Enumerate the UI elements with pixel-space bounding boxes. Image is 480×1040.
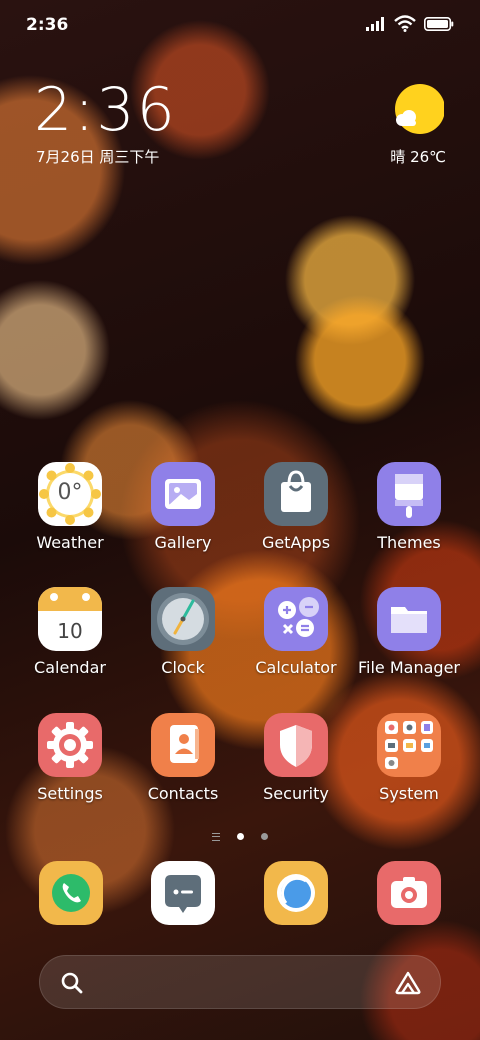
browser-icon [277, 874, 315, 912]
wifi-icon [394, 15, 416, 32]
clock-widget-date[interactable]: 7月26日 周三下午 [36, 146, 159, 167]
camera-icon [391, 877, 427, 908]
app-contacts[interactable]: Contacts [128, 713, 238, 803]
system-folder-icon [377, 713, 441, 777]
settings-gear-icon [38, 713, 102, 777]
dock-phone[interactable] [39, 861, 103, 925]
battery-icon [424, 17, 454, 31]
shield-icon [264, 713, 328, 777]
app-calculator[interactable]: Calculator [241, 587, 351, 677]
dock-browser[interactable] [264, 861, 328, 925]
status-time: 2:36 [26, 15, 69, 35]
assistant-icon[interactable] [394, 970, 422, 996]
app-label-clock: Clock [161, 658, 205, 677]
app-label-calculator: Calculator [255, 658, 337, 677]
app-label-getapps: GetApps [261, 533, 331, 552]
app-label-calendar: Calendar [34, 658, 106, 677]
gallery-icon [151, 462, 215, 526]
app-label-security: Security [263, 784, 329, 803]
dock-camera[interactable] [377, 861, 441, 925]
weather-text: 晴 26℃ [390, 148, 446, 166]
weather-icon-temp: 0° [57, 480, 83, 505]
app-file-manager[interactable]: File Manager [354, 587, 464, 677]
app-settings[interactable]: Settings [15, 713, 125, 803]
messages-icon [165, 875, 201, 913]
page-dot-inactive[interactable] [261, 833, 269, 840]
getapps-bag-icon [264, 462, 328, 526]
calendar-icon: 10 [38, 587, 102, 651]
contacts-icon [151, 713, 215, 777]
page-list-indicator[interactable] [211, 832, 220, 841]
dock-messages[interactable] [151, 861, 215, 925]
calculator-icon [264, 587, 328, 651]
app-label-weather: Weather [36, 533, 104, 552]
app-label-settings: Settings [37, 784, 103, 803]
app-weather[interactable]: 0° Weather [15, 462, 125, 552]
app-system[interactable]: System [354, 713, 464, 803]
signal-icon [366, 17, 384, 31]
clock-icon [151, 587, 215, 651]
status-bar: 2:36 [0, 0, 480, 50]
app-calendar[interactable]: 10 Calendar [15, 587, 125, 677]
themes-brush-icon [377, 462, 441, 526]
weather-app-icon: 0° [38, 462, 102, 526]
weather-widget[interactable]: 晴 26℃ [374, 84, 446, 166]
app-getapps[interactable]: GetApps [241, 462, 351, 552]
app-label-themes: Themes [377, 533, 441, 552]
search-icon[interactable] [60, 971, 84, 995]
sunny-icon [395, 84, 444, 134]
app-themes[interactable]: Themes [354, 462, 464, 552]
page-dot-active[interactable] [237, 833, 244, 840]
search-bar[interactable] [39, 955, 441, 1009]
page-indicator[interactable] [0, 826, 480, 841]
app-label-system: System [379, 784, 439, 803]
app-label-gallery: Gallery [154, 533, 212, 552]
app-label-file-manager: File Manager [358, 658, 460, 677]
app-clock[interactable]: Clock [128, 587, 238, 677]
phone-icon [52, 874, 90, 912]
app-label-contacts: Contacts [147, 784, 219, 803]
app-security[interactable]: Security [241, 713, 351, 803]
folder-icon [377, 587, 441, 651]
clock-widget-time[interactable]: 2:36 [34, 78, 177, 142]
app-gallery[interactable]: Gallery [128, 462, 238, 552]
calendar-icon-date: 10 [57, 619, 83, 643]
